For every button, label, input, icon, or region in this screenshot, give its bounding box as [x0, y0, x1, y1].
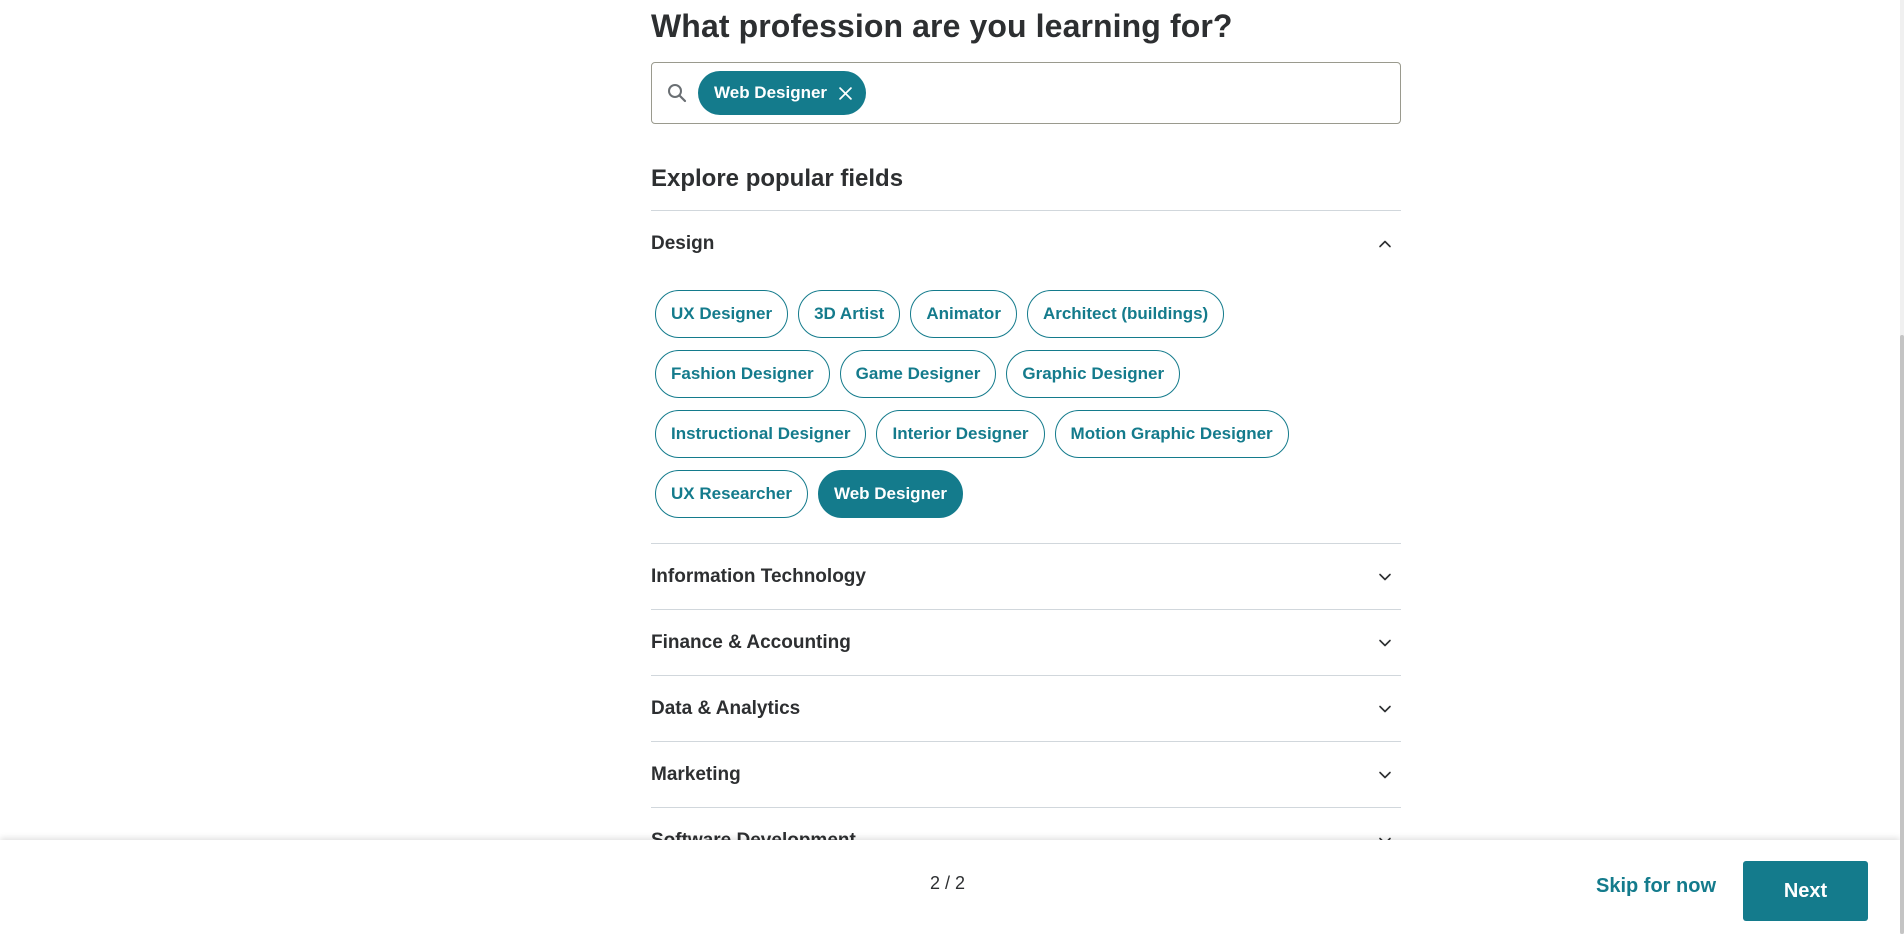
scrollbar-track[interactable] [1900, 0, 1904, 934]
role-chip-3d-artist[interactable]: 3D Artist [798, 290, 901, 338]
accordion-header-information-technology[interactable]: Information Technology [651, 544, 1401, 609]
step-progress: 2 / 2 [930, 873, 966, 893]
selected-chip-label: Web Designer [714, 83, 828, 102]
footer-bar: 2 / 2 Skip for now Next [0, 840, 1900, 934]
accordion-label: Information Technology [651, 565, 866, 587]
role-chip-motion-graphic-designer[interactable]: Motion Graphic Designer [1054, 410, 1289, 458]
role-chip-instructional-designer[interactable]: Instructional Designer [655, 410, 867, 458]
accordion-header-design[interactable]: Design [651, 211, 1401, 276]
accordion-item-marketing: Marketing [651, 742, 1401, 808]
chevron-down-icon [1377, 635, 1393, 651]
accordion-header-data-analytics[interactable]: Data & Analytics [651, 676, 1401, 741]
accordion-item-data-analytics: Data & Analytics [651, 676, 1401, 742]
role-chip-architect[interactable]: Architect (buildings) [1026, 290, 1225, 338]
accordion-label: Data & Analytics [651, 697, 801, 719]
role-chip-ux-designer[interactable]: UX Designer [655, 290, 789, 338]
accordion-label: Marketing [651, 763, 741, 785]
selected-profession-chip[interactable]: Web Designer [698, 71, 867, 115]
explore-section-title: Explore popular fields [651, 165, 904, 192]
role-chip-animator[interactable]: Animator [910, 290, 1017, 338]
profession-onboarding-page: What profession are you learning for? We… [0, 0, 1904, 934]
role-chip-ux-researcher[interactable]: UX Researcher [655, 470, 808, 518]
profession-search-field[interactable]: Web Designer [651, 62, 1401, 124]
accordion-label: Design [651, 232, 715, 254]
design-role-list: UX Designer 3D Artist Animator Architect… [651, 276, 1395, 543]
accordion-header-marketing[interactable]: Marketing [651, 742, 1401, 807]
accordion-label: Finance & Accounting [651, 631, 851, 653]
page-title: What profession are you learning for? [651, 8, 1233, 44]
main-content: What profession are you learning for? We… [651, 0, 1401, 874]
chevron-up-icon [1377, 236, 1393, 252]
role-chip-fashion-designer[interactable]: Fashion Designer [655, 350, 830, 398]
role-chip-graphic-designer[interactable]: Graphic Designer [1006, 350, 1181, 398]
chevron-down-icon [1377, 767, 1393, 783]
accordion-header-finance-accounting[interactable]: Finance & Accounting [651, 610, 1401, 675]
next-button[interactable]: Next [1743, 861, 1868, 921]
accordion-item-finance-accounting: Finance & Accounting [651, 610, 1401, 676]
close-icon[interactable] [839, 86, 852, 100]
fields-accordion: Design UX Designer 3D Artist Animator Ar… [651, 210, 1401, 874]
role-chip-interior-designer[interactable]: Interior Designer [876, 410, 1045, 458]
scrollbar-thumb[interactable] [1900, 335, 1904, 934]
accordion-item-information-technology: Information Technology [651, 544, 1401, 610]
role-chip-web-designer[interactable]: Web Designer [817, 470, 964, 518]
skip-button[interactable]: Skip for now [1596, 868, 1716, 904]
role-chip-game-designer[interactable]: Game Designer [839, 350, 997, 398]
chevron-down-icon [1377, 569, 1393, 585]
chevron-down-icon [1377, 701, 1393, 717]
accordion-item-design: Design UX Designer 3D Artist Animator Ar… [651, 211, 1401, 544]
search-icon [666, 82, 688, 104]
